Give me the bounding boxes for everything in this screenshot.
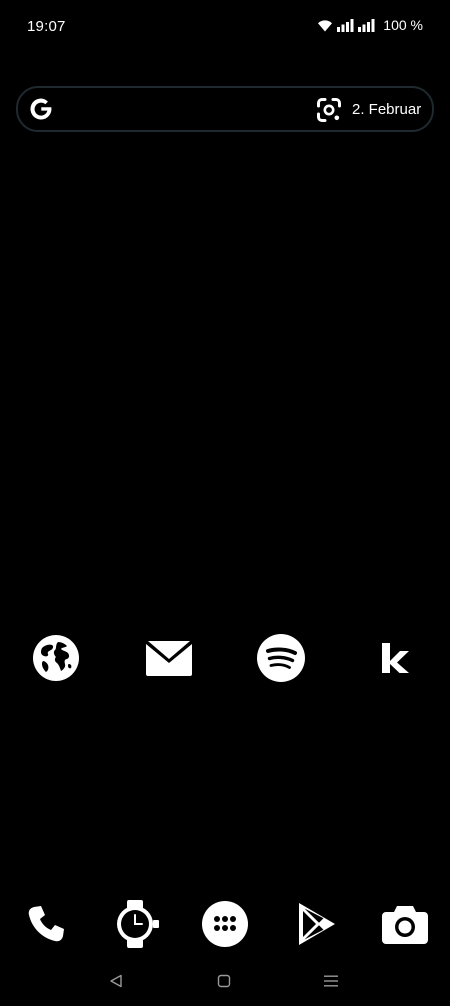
clock-app[interactable] — [111, 898, 163, 950]
k-logo-icon — [380, 642, 410, 674]
k-app[interactable] — [370, 633, 420, 683]
camera-app[interactable] — [379, 898, 431, 950]
play-store-icon — [295, 901, 337, 947]
phone-app[interactable] — [20, 898, 72, 950]
mail-app[interactable] — [144, 633, 194, 683]
recents-icon — [323, 974, 339, 993]
back-button[interactable] — [106, 974, 126, 992]
navigation-bar — [0, 966, 450, 1000]
google-search-bar[interactable]: 2. Februar — [16, 86, 434, 132]
google-lens-icon[interactable] — [316, 97, 342, 123]
watch-icon — [114, 899, 160, 949]
play-store-app[interactable] — [290, 898, 342, 950]
wifi-icon — [317, 19, 333, 32]
status-bar: 19:07 100 % — [0, 0, 450, 54]
back-icon — [109, 974, 123, 993]
status-icons: 100 % — [317, 17, 423, 33]
google-g-icon[interactable] — [28, 96, 54, 122]
home-icon — [217, 974, 231, 993]
home-app-row — [0, 633, 450, 683]
signal-icon — [358, 18, 375, 32]
home-button[interactable] — [214, 974, 234, 992]
globe-icon — [32, 634, 80, 682]
app-drawer-button[interactable] — [199, 898, 251, 950]
spotify-icon — [257, 634, 305, 682]
mail-icon — [145, 639, 193, 677]
status-time: 19:07 — [27, 18, 66, 35]
browser-app[interactable] — [31, 633, 81, 683]
date-label[interactable]: 2. Februar — [352, 101, 421, 118]
recents-button[interactable] — [321, 974, 341, 992]
spotify-app[interactable] — [256, 633, 306, 683]
battery-level: 100 % — [383, 17, 423, 33]
app-drawer-icon — [201, 900, 249, 948]
phone-icon — [26, 904, 66, 944]
dock — [0, 898, 450, 950]
signal-icon — [337, 18, 354, 32]
camera-icon — [381, 903, 429, 945]
